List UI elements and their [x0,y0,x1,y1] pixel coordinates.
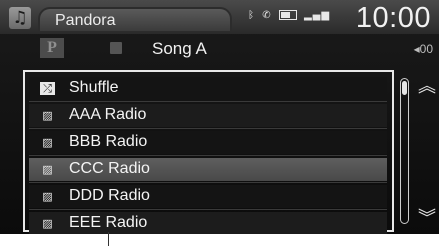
list-divider [29,101,387,102]
station-label: BBB Radio [69,133,148,150]
source-label: Pandora [55,12,116,29]
phone-icon: ✆ [262,10,272,21]
shuffle-icon: ⤮ [40,82,55,95]
station-label: DDD Radio [69,187,150,204]
screen: ♫ Pandora ᛒ ✆ ▂▄▆ 10:00 P Song A ◂00 ⤮ Sh… [0,0,439,234]
station-item[interactable]: ▨ BBB Radio [29,131,387,154]
status-bar: ♫ Pandora ᛒ ✆ ▂▄▆ 10:00 [0,0,439,34]
station-list: ⤮ Shuffle ▨ AAA Radio ▨ BBB Radio ▨ CCC Radio ▨ D… [23,70,394,234]
station-art-icon: ▨ [42,190,53,203]
double-chevron-down-icon[interactable]: ︾ [418,210,436,228]
station-art-icon: ▨ [42,163,53,176]
list-divider [29,155,387,156]
elapsed-time: ◂00 [413,42,433,56]
song-title: Song A [152,39,207,58]
music-note-icon[interactable]: ♫ [9,7,31,29]
battery-icon [278,10,297,20]
station-label: AAA Radio [69,106,147,123]
double-chevron-up-icon[interactable]: ︽ [418,78,436,96]
station-art-icon: ▨ [42,136,53,149]
elapsed-value: 00 [419,42,433,56]
list-divider [29,182,387,183]
scrollbar[interactable] [400,78,409,224]
bluetooth-icon: ᛒ [248,10,255,21]
list-divider [29,128,387,129]
now-playing-bar: P Song A ◂00 [0,36,439,62]
pandora-logo-icon: P [40,38,64,58]
station-label: CCC Radio [69,160,150,177]
clock: 10:00 [355,2,431,34]
station-art-icon: ▨ [42,217,53,230]
station-item[interactable]: ▨ AAA Radio [29,104,387,127]
station-label: EEE Radio [69,214,148,231]
signal-icon: ▂▄▆ [303,10,331,21]
station-item[interactable]: ▨ DDD Radio [29,185,387,208]
station-item[interactable]: ▨ CCC Radio [29,158,387,181]
station-item[interactable]: ⤮ Shuffle [29,77,387,100]
callout-line [108,232,109,246]
station-art-icon: ▨ [42,109,53,122]
status-indicators: ᛒ ✆ ▂▄▆ [248,10,333,21]
scrollbar-thumb[interactable] [402,81,407,95]
list-divider [29,209,387,210]
station-label: Shuffle [69,79,119,96]
album-art-icon [110,42,122,54]
station-item[interactable]: ▨ EEE Radio [29,212,387,234]
source-tab[interactable]: Pandora [38,7,232,31]
